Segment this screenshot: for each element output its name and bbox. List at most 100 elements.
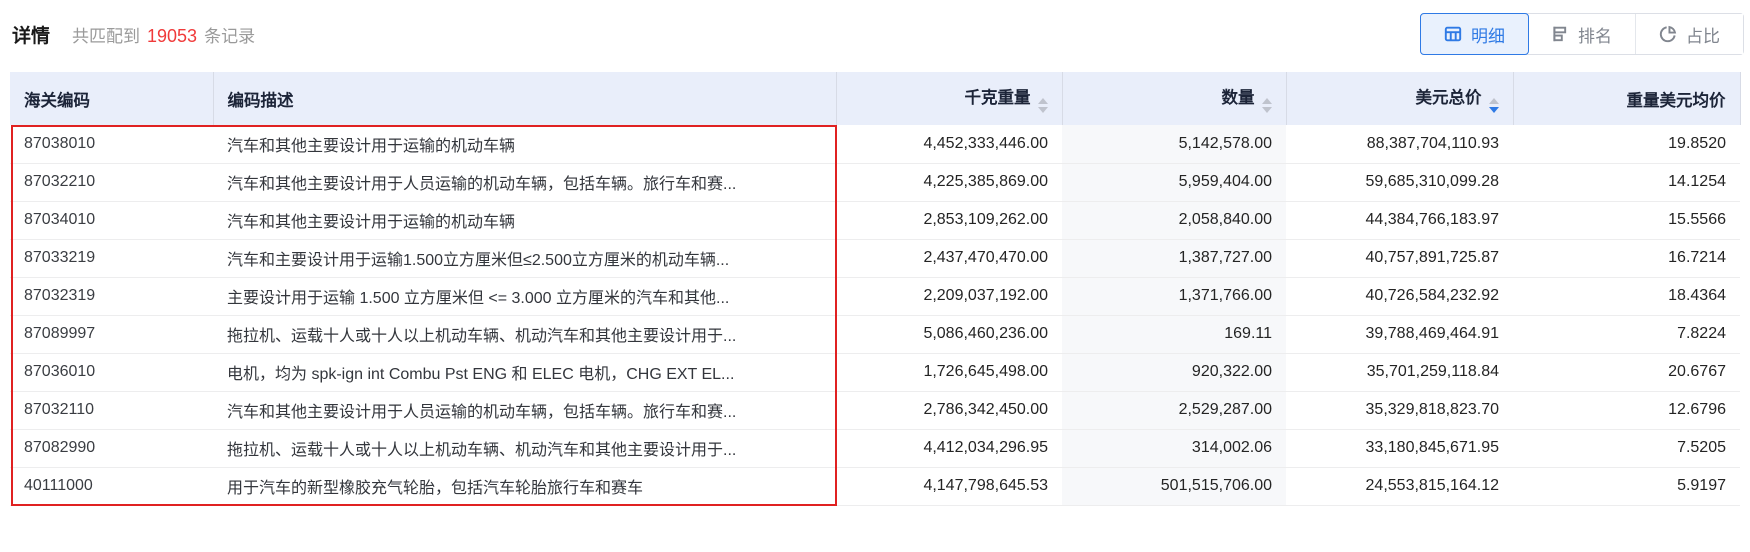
cell-desc: 电机，均为 spk-ign int Combu Pst ENG 和 ELEC 电…	[213, 353, 836, 392]
cell-kg: 4,147,798,645.53	[836, 467, 1062, 506]
table-row: 87032110 汽车和其他主要设计用于人员运输的机动车辆，包括车辆。旅行车和赛.…	[10, 391, 1740, 430]
column-header-avg: 重量美元均价	[1513, 72, 1741, 125]
cell-usd: 44,384,766,183.97	[1286, 201, 1513, 240]
cell-kg: 2,853,109,262.00	[836, 201, 1062, 240]
cell-qty: 501,515,706.00	[1062, 467, 1286, 506]
cell-kg: 4,452,333,446.00	[836, 125, 1062, 164]
cell-desc: 汽车和其他主要设计用于运输的机动车辆	[213, 125, 836, 164]
cell-qty: 920,322.00	[1062, 353, 1286, 392]
cell-code: 87082990	[10, 429, 213, 468]
cell-usd: 59,685,310,099.28	[1286, 163, 1513, 202]
sort-icon[interactable]	[1261, 98, 1272, 113]
page-title: 详情	[12, 25, 51, 47]
ranking-icon	[1551, 25, 1569, 43]
column-label: 美元总价	[1415, 89, 1482, 108]
cell-qty: 1,371,766.00	[1062, 277, 1286, 316]
cell-usd: 39,788,469,464.91	[1286, 315, 1513, 354]
match-summary: 共匹配到 19053 条记录	[72, 22, 255, 47]
cell-avg: 5.9197	[1513, 467, 1740, 506]
cell-kg: 1,726,645,498.00	[836, 353, 1062, 392]
sort-desc-caret	[1261, 106, 1272, 113]
column-header-usd[interactable]: 美元总价	[1286, 72, 1514, 125]
cell-kg: 4,412,034,296.95	[836, 429, 1062, 468]
cell-kg: 2,437,470,470.00	[836, 239, 1062, 278]
table-row: 87034010 汽车和其他主要设计用于运输的机动车辆 2,853,109,262.…	[10, 201, 1740, 240]
sort-icon[interactable]	[1037, 98, 1048, 113]
cell-kg: 2,786,342,450.00	[836, 391, 1062, 430]
cell-qty: 314,002.06	[1062, 429, 1286, 468]
cell-avg: 14.1254	[1513, 163, 1740, 202]
view-tab-排名[interactable]: 排名	[1528, 14, 1635, 54]
cell-usd: 40,726,584,232.92	[1286, 277, 1513, 316]
sort-asc-caret	[1261, 98, 1272, 105]
cell-desc: 拖拉机、运载十人或十人以上机动车辆、机动汽车和其他主要设计用于...	[213, 429, 836, 468]
table-grid-icon	[1444, 25, 1462, 43]
table-row: 87038010 汽车和其他主要设计用于运输的机动车辆 4,452,333,446.…	[10, 125, 1740, 164]
view-tab-label: 占比	[1686, 26, 1720, 46]
cell-avg: 7.5205	[1513, 429, 1740, 468]
column-label: 编码描述	[227, 91, 294, 110]
cell-desc: 汽车和其他主要设计用于运输的机动车辆	[213, 201, 836, 240]
cell-desc: 汽车和主要设计用于运输1.500立方厘米但≤2.500立方厘米的机动车辆...	[213, 239, 836, 278]
cell-usd: 88,387,704,110.93	[1286, 125, 1513, 164]
table-row: 87032210 汽车和其他主要设计用于人员运输的机动车辆，包括车辆。旅行车和赛.…	[10, 163, 1740, 202]
cell-usd: 33,180,845,671.95	[1286, 429, 1513, 468]
cell-usd: 35,701,259,118.84	[1286, 353, 1513, 392]
cell-code: 87038010	[10, 125, 213, 164]
cell-desc: 汽车和其他主要设计用于人员运输的机动车辆，包括车辆。旅行车和赛...	[213, 391, 836, 430]
cell-kg: 5,086,460,236.00	[836, 315, 1062, 354]
cell-kg: 2,209,037,192.00	[836, 277, 1062, 316]
cell-desc: 用于汽车的新型橡胶充气轮胎，包括汽车轮胎旅行车和赛车	[213, 467, 836, 506]
cell-qty: 2,529,287.00	[1062, 391, 1286, 430]
cell-desc: 主要设计用于运输 1.500 立方厘米但 <= 3.000 立方厘米的汽车和其他…	[213, 277, 836, 316]
column-header-qty[interactable]: 数量	[1062, 72, 1287, 125]
cell-code: 87032110	[10, 391, 213, 430]
column-label: 重量美元均价	[1626, 91, 1726, 110]
column-label: 海关编码	[24, 91, 90, 110]
table-header-row: 海关编码 编码描述 千克重量 数量 美元总价 重量美元均价	[10, 72, 1741, 125]
pie-chart-icon	[1659, 25, 1677, 43]
cell-qty: 169.11	[1062, 315, 1286, 354]
sort-icon[interactable]	[1488, 98, 1499, 113]
column-header-desc: 编码描述	[213, 72, 837, 125]
cell-kg: 4,225,385,869.00	[836, 163, 1062, 202]
results-table: 海关编码 编码描述 千克重量 数量 美元总价 重量美元均价 87038010 汽车和其他主要…	[10, 72, 1741, 506]
cell-qty: 5,142,578.00	[1062, 125, 1286, 164]
match-prefix: 共匹配到	[72, 26, 141, 46]
column-label: 数量	[1221, 89, 1255, 108]
cell-usd: 40,757,891,725.87	[1286, 239, 1513, 278]
match-suffix: 条记录	[204, 26, 256, 46]
cell-avg: 7.8224	[1513, 315, 1740, 354]
sort-desc-caret	[1037, 106, 1048, 113]
sort-asc-caret	[1488, 98, 1499, 105]
view-switcher: 明细 排名 占比	[1420, 13, 1744, 55]
cell-code: 87033219	[10, 239, 213, 278]
match-count: 19053	[147, 25, 198, 46]
top-bar: 详情 共匹配到 19053 条记录 明细 排名 占比	[0, 0, 1750, 64]
cell-qty: 2,058,840.00	[1062, 201, 1286, 240]
cell-desc: 汽车和其他主要设计用于人员运输的机动车辆，包括车辆。旅行车和赛...	[213, 163, 836, 202]
cell-avg: 16.7214	[1513, 239, 1740, 278]
table-row: 40111000 用于汽车的新型橡胶充气轮胎，包括汽车轮胎旅行车和赛车 4,147,…	[10, 467, 1740, 506]
view-tab-明细[interactable]: 明细	[1420, 13, 1529, 55]
table-row: 87082990 拖拉机、运载十人或十人以上机动车辆、机动汽车和其他主要设计用于.…	[10, 429, 1740, 468]
cell-usd: 24,553,815,164.12	[1286, 467, 1513, 506]
table-row: 87089997 拖拉机、运载十人或十人以上机动车辆、机动汽车和其他主要设计用于.…	[10, 315, 1740, 354]
results-table-wrap: 海关编码 编码描述 千克重量 数量 美元总价 重量美元均价 87038010 汽车和其他主要…	[10, 72, 1741, 506]
cell-code: 87032210	[10, 163, 213, 202]
cell-code: 87032319	[10, 277, 213, 316]
view-tab-占比[interactable]: 占比	[1635, 14, 1743, 54]
cell-desc: 拖拉机、运载十人或十人以上机动车辆、机动汽车和其他主要设计用于...	[213, 315, 836, 354]
cell-usd: 35,329,818,823.70	[1286, 391, 1513, 430]
title-area: 详情 共匹配到 19053 条记录	[12, 21, 255, 48]
column-header-code: 海关编码	[10, 72, 214, 125]
cell-qty: 5,959,404.00	[1062, 163, 1286, 202]
cell-avg: 15.5566	[1513, 201, 1740, 240]
cell-code: 87036010	[10, 353, 213, 392]
cell-code: 87034010	[10, 201, 213, 240]
cell-qty: 1,387,727.00	[1062, 239, 1286, 278]
table-row: 87033219 汽车和主要设计用于运输1.500立方厘米但≤2.500立方厘米的…	[10, 239, 1740, 278]
column-header-kg[interactable]: 千克重量	[836, 72, 1063, 125]
cell-avg: 19.8520	[1513, 125, 1740, 164]
cell-avg: 12.6796	[1513, 391, 1740, 430]
